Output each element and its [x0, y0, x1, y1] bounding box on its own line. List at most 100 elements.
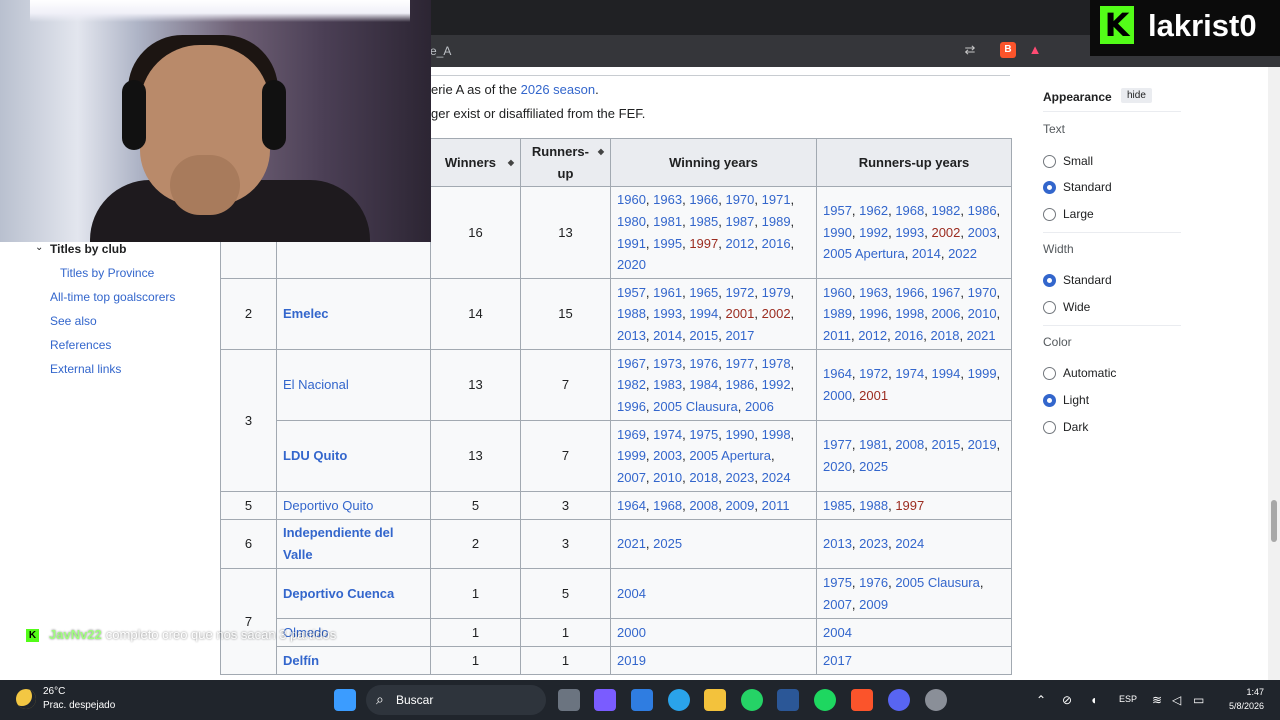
- year-link[interactable]: 1999: [968, 366, 997, 381]
- year-link[interactable]: 1987: [725, 214, 754, 229]
- year-link[interactable]: 2009: [725, 498, 754, 513]
- year-link[interactable]: 1976: [859, 575, 888, 590]
- spotify-icon[interactable]: [814, 689, 836, 711]
- year-link[interactable]: 1989: [823, 306, 852, 321]
- file-explorer-icon[interactable]: [704, 689, 726, 711]
- year-link[interactable]: 1986: [968, 203, 997, 218]
- year-link[interactable]: 1981: [859, 437, 888, 452]
- task-view-icon[interactable]: [558, 689, 580, 711]
- year-link[interactable]: 1998: [762, 427, 791, 442]
- year-link[interactable]: 2010: [653, 470, 682, 485]
- year-link[interactable]: 1975: [823, 575, 852, 590]
- year-link[interactable]: 1972: [725, 285, 754, 300]
- year-link[interactable]: 2024: [895, 536, 924, 551]
- year-link[interactable]: 1970: [968, 285, 997, 300]
- weather-temp[interactable]: 26°C: [43, 686, 65, 697]
- option-label[interactable]: Standard: [1063, 180, 1112, 194]
- year-link[interactable]: 1977: [823, 437, 852, 452]
- weather-condition[interactable]: Prac. despejado: [43, 700, 115, 711]
- year-link[interactable]: 1963: [653, 192, 682, 207]
- year-link[interactable]: 2008: [895, 437, 924, 452]
- year-link[interactable]: 1988: [617, 306, 646, 321]
- microphone-icon[interactable]: ◖: [1090, 693, 1097, 707]
- year-link[interactable]: 1992: [859, 225, 888, 240]
- sort-icon[interactable]: ◆: [508, 152, 514, 174]
- option-label[interactable]: Small: [1063, 154, 1093, 168]
- runners-up-header[interactable]: ◆ Runners-up: [520, 138, 611, 187]
- year-link[interactable]: 1999: [617, 448, 646, 463]
- year-link[interactable]: 2017: [823, 653, 852, 668]
- club-link[interactable]: LDU Quito: [283, 448, 347, 463]
- year-link[interactable]: 2016: [894, 328, 923, 343]
- year-link[interactable]: 1995: [653, 236, 682, 251]
- year-link[interactable]: 2023: [859, 536, 888, 551]
- year-link[interactable]: 2019: [617, 653, 646, 668]
- year-link[interactable]: 1981: [653, 214, 682, 229]
- scrollbar-thumb[interactable]: [1271, 500, 1277, 542]
- chevron-down-icon[interactable]: ⌄: [35, 242, 43, 253]
- year-link[interactable]: 1957: [617, 285, 646, 300]
- brave-shields-icon[interactable]: B: [1000, 42, 1016, 58]
- year-link[interactable]: 2019: [968, 437, 997, 452]
- radio-color-dark[interactable]: [1043, 421, 1056, 434]
- club-cell[interactable]: Delfín: [276, 646, 431, 675]
- year-link[interactable]: 2025: [859, 459, 888, 474]
- year-link[interactable]: 2020: [823, 459, 852, 474]
- year-link[interactable]: 2005 Clausura: [653, 399, 738, 414]
- toc-item-titles-by-province[interactable]: Titles by Province: [60, 266, 154, 280]
- year-link[interactable]: 1963: [859, 285, 888, 300]
- year-link[interactable]: 2001: [859, 388, 888, 403]
- club-link[interactable]: Delfín: [283, 653, 319, 668]
- radio-width-wide[interactable]: [1043, 301, 1056, 314]
- toc-item-goalscorers[interactable]: All-time top goalscorers: [50, 290, 175, 304]
- year-link[interactable]: 1962: [859, 203, 888, 218]
- club-link[interactable]: El Nacional: [283, 377, 349, 392]
- year-link[interactable]: 2024: [762, 470, 791, 485]
- club-cell[interactable]: Deportivo Quito: [276, 491, 431, 520]
- year-link[interactable]: 1994: [689, 306, 718, 321]
- year-link[interactable]: 2004: [617, 586, 646, 601]
- year-link[interactable]: 2012: [858, 328, 887, 343]
- help-icon[interactable]: [668, 689, 690, 711]
- toc-item-see-also[interactable]: See also: [50, 314, 97, 328]
- year-link[interactable]: 1998: [895, 306, 924, 321]
- language-indicator[interactable]: ESP: [1119, 694, 1137, 704]
- year-link[interactable]: 2003: [653, 448, 682, 463]
- year-link[interactable]: 1973: [653, 356, 682, 371]
- year-link[interactable]: 1982: [617, 377, 646, 392]
- brave-icon[interactable]: [851, 689, 873, 711]
- page-scrollbar[interactable]: [1268, 67, 1280, 680]
- clock-time[interactable]: 1:47: [1218, 687, 1264, 697]
- word-icon[interactable]: [777, 689, 799, 711]
- year-link[interactable]: 2018: [931, 328, 960, 343]
- year-link[interactable]: 2020: [617, 257, 646, 272]
- year-link[interactable]: 2021: [967, 328, 996, 343]
- store-icon[interactable]: [631, 689, 653, 711]
- year-link[interactable]: 1992: [762, 377, 791, 392]
- toc-item-external-links[interactable]: External links: [50, 362, 121, 376]
- battery-icon[interactable]: ▭: [1193, 693, 1204, 707]
- year-link[interactable]: 1977: [725, 356, 754, 371]
- club-link[interactable]: Emelec: [283, 306, 329, 321]
- year-link[interactable]: 1974: [895, 366, 924, 381]
- url-text[interactable]: e_A: [430, 44, 451, 58]
- year-link[interactable]: 2023: [725, 470, 754, 485]
- year-link[interactable]: 2013: [823, 536, 852, 551]
- club-link[interactable]: Deportivo Cuenca: [283, 586, 394, 601]
- year-link[interactable]: 1960: [617, 192, 646, 207]
- year-link[interactable]: 1983: [653, 377, 682, 392]
- year-link[interactable]: 2006: [931, 306, 960, 321]
- whatsapp-icon[interactable]: [741, 689, 763, 711]
- radio-text-large[interactable]: [1043, 208, 1056, 221]
- year-link[interactable]: 2014: [912, 246, 941, 261]
- year-link[interactable]: 2009: [859, 597, 888, 612]
- radio-color-automatic[interactable]: [1043, 367, 1056, 380]
- year-link[interactable]: 2001: [725, 306, 754, 321]
- year-link[interactable]: 1968: [895, 203, 924, 218]
- year-link[interactable]: 2012: [725, 236, 754, 251]
- year-link[interactable]: 1978: [762, 356, 791, 371]
- year-link[interactable]: 2000: [617, 625, 646, 640]
- option-label[interactable]: Automatic: [1063, 366, 1116, 380]
- year-link[interactable]: 1985: [823, 498, 852, 513]
- weather-icon[interactable]: [16, 689, 36, 709]
